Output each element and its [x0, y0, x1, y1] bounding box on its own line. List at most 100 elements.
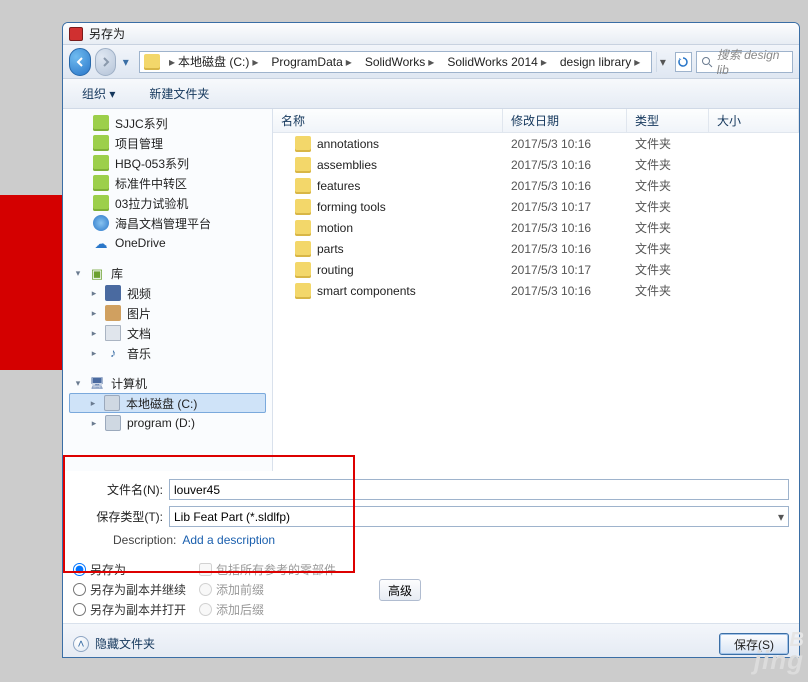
nav-sidebar: SJJC系列项目管理HBQ-053系列标准件中转区03拉力试验机海昌文档管理平台… [63, 109, 273, 471]
table-row[interactable]: motion2017/5/3 10:16文件夹 [273, 217, 799, 238]
sidebar-item[interactable]: ▸文档 [63, 323, 272, 343]
crumb[interactable]: ProgramData [271, 55, 342, 69]
new-folder-button[interactable]: 新建文件夹 [138, 81, 220, 106]
table-row[interactable]: annotations2017/5/3 10:16文件夹 [273, 133, 799, 154]
sidebar-drive[interactable]: ▸program (D:) [63, 413, 272, 433]
crumb[interactable]: 本地磁盘 (C:) [178, 53, 249, 70]
col-type[interactable]: 类型 [627, 109, 709, 132]
file-list: 名称 修改日期 类型 大小 annotations2017/5/3 10:16文… [273, 109, 799, 471]
chevron-right-icon: ▸ [89, 308, 99, 318]
table-row[interactable]: smart components2017/5/3 10:16文件夹 [273, 280, 799, 301]
lib-icon: ♪ [105, 345, 121, 361]
folder-icon [295, 220, 311, 236]
folder-icon [93, 195, 109, 211]
window-title: 另存为 [89, 25, 125, 42]
chevron-up-icon: ˄ [73, 636, 89, 652]
search-icon [700, 55, 714, 69]
savetype-label: 保存类型(T): [73, 508, 169, 525]
chevron-right-icon: ▸ [89, 288, 99, 298]
address-dropdown[interactable]: ▾ [656, 52, 668, 72]
opt-add-suffix[interactable]: 添加后缀 [199, 599, 369, 619]
sidebar-item[interactable]: ☁OneDrive [63, 233, 272, 253]
save-button[interactable]: 保存(S) [719, 633, 789, 655]
sidebar-item[interactable]: ▸视频 [63, 283, 272, 303]
folder-icon: ☁ [93, 235, 109, 251]
sidebar-item[interactable]: 03拉力试验机 [63, 193, 272, 213]
nav-bar: ▾ ▸本地磁盘 (C:)▸ ProgramData▸ SolidWorks▸ S… [63, 45, 799, 79]
sidebar-item[interactable]: ▸♪音乐 [63, 343, 272, 363]
toolbar: 组织 ▾ 新建文件夹 [63, 79, 799, 109]
folder-icon [295, 283, 311, 299]
folder-icon [144, 54, 160, 70]
chevron-down-icon: ▾ [73, 268, 83, 278]
description-link[interactable]: Add a description [182, 533, 275, 547]
opt-save-copy-continue[interactable]: 另存为副本并继续 [73, 579, 189, 599]
opt-include-refs[interactable]: 包括所有参考的零部件 [199, 559, 369, 579]
table-row[interactable]: routing2017/5/3 10:17文件夹 [273, 259, 799, 280]
table-row[interactable]: forming tools2017/5/3 10:17文件夹 [273, 196, 799, 217]
folder-icon [295, 199, 311, 215]
table-row[interactable]: parts2017/5/3 10:16文件夹 [273, 238, 799, 259]
sidebar-item[interactable]: 项目管理 [63, 133, 272, 153]
advanced-button[interactable]: 高级 [379, 579, 421, 601]
sidebar-group-computer[interactable]: ▾ 🖥 计算机 [63, 373, 272, 393]
refresh-button[interactable] [675, 52, 692, 72]
chevron-right-icon: ▸ [89, 328, 99, 338]
opt-save-copy-open[interactable]: 另存为副本并打开 [73, 599, 189, 619]
search-input[interactable]: 搜索 design lib [696, 51, 793, 73]
col-size[interactable]: 大小 [709, 109, 799, 132]
folder-icon [295, 241, 311, 257]
opt-save-as[interactable]: 另存为 [73, 559, 189, 579]
search-placeholder: 搜索 design lib [717, 46, 788, 77]
folder-icon [295, 157, 311, 173]
sidebar-drive[interactable]: ▸本地磁盘 (C:) [69, 393, 266, 413]
forward-button[interactable] [95, 48, 117, 76]
hide-folders-button[interactable]: ˄ 隐藏文件夹 [73, 635, 155, 652]
folder-icon [93, 155, 109, 171]
lib-icon [105, 325, 121, 341]
folder-icon [93, 135, 109, 151]
crumb[interactable]: SolidWorks [365, 55, 425, 69]
table-row[interactable]: assemblies2017/5/3 10:16文件夹 [273, 154, 799, 175]
chevron-down-icon: ▾ [778, 510, 784, 524]
folder-icon [93, 175, 109, 191]
history-dropdown[interactable]: ▾ [120, 50, 131, 74]
savetype-dropdown[interactable]: Lib Feat Part (*.sldlfp) ▾ [169, 506, 789, 527]
folder-icon [295, 262, 311, 278]
organize-button[interactable]: 组织 ▾ [71, 81, 126, 106]
chevron-right-icon: ▸ [89, 418, 99, 428]
filename-input[interactable] [169, 479, 789, 500]
app-icon [69, 27, 83, 41]
drive-icon [104, 395, 120, 411]
address-bar[interactable]: ▸本地磁盘 (C:)▸ ProgramData▸ SolidWorks▸ Sol… [139, 51, 652, 73]
folder-icon [295, 136, 311, 152]
col-name[interactable]: 名称 [273, 109, 503, 132]
computer-icon: 🖥 [89, 375, 105, 391]
sidebar-item[interactable]: 海昌文档管理平台 [63, 213, 272, 233]
sidebar-item[interactable]: HBQ-053系列 [63, 153, 272, 173]
lib-icon [105, 305, 121, 321]
sidebar-group-libraries[interactable]: ▾ ▣ 库 [63, 263, 272, 283]
column-header: 名称 修改日期 类型 大小 [273, 109, 799, 133]
library-icon: ▣ [89, 265, 105, 281]
save-options: 另存为 另存为副本并继续 另存为副本并打开 包括所有参考的零部件 添加前缀 添加… [63, 553, 799, 623]
filename-label: 文件名(N): [73, 481, 169, 498]
folder-icon [93, 215, 109, 231]
crumb[interactable]: design library [560, 55, 631, 69]
folder-icon [295, 178, 311, 194]
chevron-right-icon: ▸ [88, 398, 98, 408]
save-form: 文件名(N): 保存类型(T): Lib Feat Part (*.sldlfp… [63, 471, 799, 553]
dialog-footer: ˄ 隐藏文件夹 保存(S) [63, 623, 799, 658]
col-date[interactable]: 修改日期 [503, 109, 627, 132]
lib-icon [105, 285, 121, 301]
titlebar: 另存为 [63, 23, 799, 45]
sidebar-item[interactable]: ▸图片 [63, 303, 272, 323]
chevron-right-icon: ▸ [89, 348, 99, 358]
crumb[interactable]: SolidWorks 2014 [447, 55, 538, 69]
chevron-down-icon: ▾ [73, 378, 83, 388]
sidebar-item[interactable]: SJJC系列 [63, 113, 272, 133]
opt-add-prefix[interactable]: 添加前缀 [199, 579, 369, 599]
back-button[interactable] [69, 48, 91, 76]
sidebar-item[interactable]: 标准件中转区 [63, 173, 272, 193]
table-row[interactable]: features2017/5/3 10:16文件夹 [273, 175, 799, 196]
